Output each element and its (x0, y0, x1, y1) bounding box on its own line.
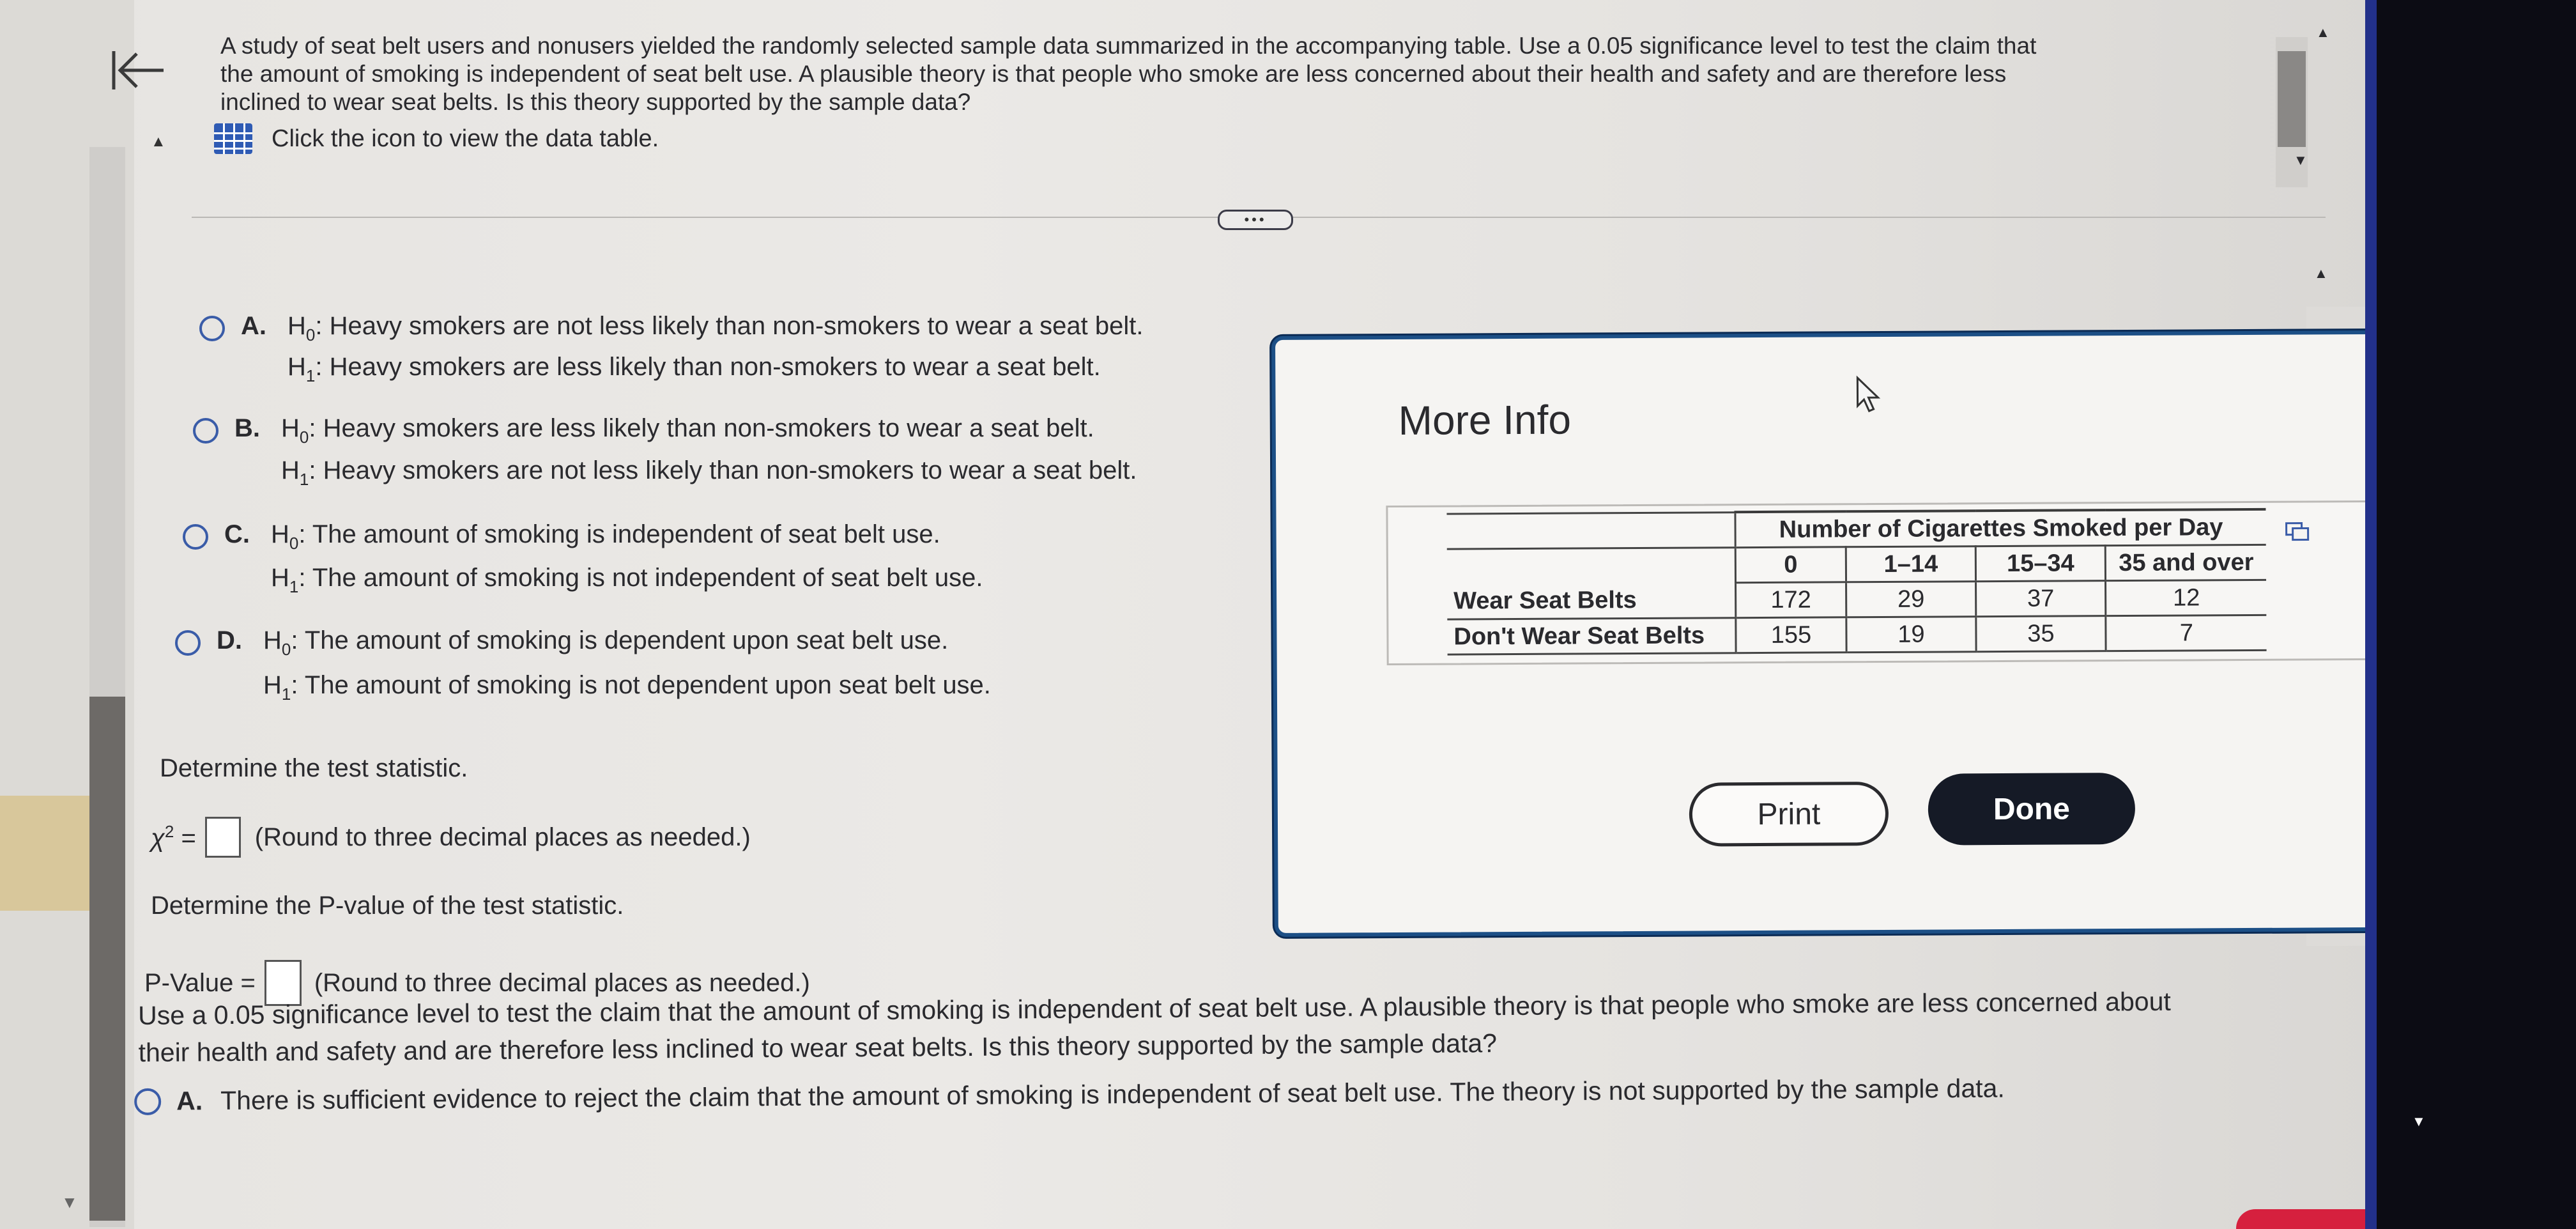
right-scrollbar-thumb[interactable] (2278, 51, 2306, 147)
table-column-header: 15–34 (1975, 545, 2106, 582)
alternative-hypothesis: H1: Heavy smokers are not less likely th… (281, 456, 1137, 489)
option-letter: C. (224, 520, 250, 548)
screen-bezel (2377, 0, 2576, 1229)
table-grid-icon[interactable] (214, 123, 252, 154)
chi-square-input[interactable] (204, 817, 241, 858)
screen: ▲ ▼ A study of seat belt users and nonus… (0, 0, 2372, 1229)
expand-more-button[interactable]: ••• (1218, 210, 1293, 230)
data-table-container: Number of Cigarettes Smoked per Day 0 1–… (1386, 500, 2372, 666)
view-data-table-label[interactable]: Click the icon to view the data table. (272, 125, 659, 153)
null-hypothesis: H0: Heavy smokers are less likely than n… (281, 414, 1094, 447)
table-cell: 12 (2105, 580, 2267, 616)
mouse-cursor-icon (1856, 375, 1881, 413)
question-text: A study of seat belt users and nonusers … (220, 32, 2036, 116)
option-letter: A. (241, 312, 266, 340)
table-row: Wear Seat Belts 172 29 37 12 (1447, 580, 2267, 620)
conclusion-option-a[interactable]: A. There is sufficient evidence to rejec… (134, 1074, 2005, 1117)
option-letter: A. (176, 1086, 203, 1116)
table-column-header: 0 (1735, 546, 1846, 583)
table-corner-cell (1447, 548, 1736, 584)
left-accent-block (0, 796, 89, 911)
table-row-label: Don't Wear Seat Belts (1447, 617, 1736, 655)
table-cell: 19 (1846, 616, 1977, 653)
table-cell: 155 (1735, 617, 1847, 653)
scroll-down-arrow-icon[interactable]: ▼ (61, 1193, 78, 1212)
scroll-down-arrow-icon[interactable]: ▼ (2412, 1113, 2426, 1130)
table-cell: 37 (1975, 580, 2106, 617)
table-cell: 29 (1846, 581, 1976, 617)
table-row-label: Wear Seat Belts (1447, 582, 1736, 620)
option-letter: D. (217, 626, 242, 654)
view-data-table-link[interactable]: Click the icon to view the data table. (214, 123, 659, 154)
radio-button[interactable] (199, 316, 225, 341)
null-hypothesis: H0: The amount of smoking is independent… (271, 520, 940, 553)
radio-button[interactable] (175, 630, 201, 656)
question-line: the amount of smoking is independent of … (220, 61, 2007, 87)
table-group-header: Number of Cigarettes Smoked per Day (1735, 509, 2266, 548)
alternative-hypothesis: H1: The amount of smoking is not depende… (263, 671, 991, 704)
red-button-edge[interactable] (2236, 1209, 2372, 1229)
alternative-hypothesis: H1: Heavy smokers are less likely than n… (288, 353, 1101, 385)
scroll-up-arrow-icon[interactable]: ▲ (151, 133, 166, 151)
more-info-dialog: More Info Number of Cigarettes Smoked pe… (1271, 330, 2372, 937)
done-button[interactable]: Done (1928, 772, 2136, 846)
question-line: A study of seat belt users and nonusers … (220, 33, 2037, 59)
option-text: There is sufficient evidence to reject t… (220, 1073, 2005, 1116)
collapse-left-icon[interactable] (109, 45, 166, 96)
alternative-hypothesis: H1: The amount of smoking is not indepen… (271, 564, 983, 596)
test-statistic-heading: Determine the test statistic. (160, 754, 468, 782)
scroll-up-arrow-icon[interactable]: ▲ (2314, 265, 2328, 282)
table-cell: 172 (1735, 582, 1846, 618)
copy-icon[interactable] (2285, 521, 2310, 541)
option-letter: B. (234, 414, 260, 442)
scroll-up-arrow-icon[interactable]: ▲ (2316, 24, 2330, 41)
table-column-header: 1–14 (1846, 546, 1976, 582)
p-value-label: P-Value = (144, 968, 256, 997)
table-corner-cell (1446, 512, 1736, 550)
table-cell: 35 (1975, 615, 2106, 652)
scroll-down-arrow-icon[interactable]: ▼ (2294, 152, 2308, 169)
data-table: Number of Cigarettes Smoked per Day 0 1–… (1446, 508, 2267, 656)
radio-button[interactable] (134, 1088, 162, 1115)
null-hypothesis: H0: The amount of smoking is dependent u… (263, 626, 949, 659)
p-value-heading: Determine the P-value of the test statis… (151, 892, 624, 920)
chi-square-hint: (Round to three decimal places as needed… (254, 823, 751, 851)
null-hypothesis: H0: Heavy smokers are not less likely th… (288, 312, 1144, 344)
radio-button[interactable] (183, 524, 208, 550)
table-column-header: 35 and over (2105, 545, 2267, 581)
conclusion-question: Use a 0.05 significance level to test th… (138, 983, 2171, 1071)
dialog-title: More Info (1398, 396, 1572, 444)
left-scrollbar-thumb[interactable] (89, 697, 125, 1221)
print-button[interactable]: Print (1689, 781, 1889, 847)
table-cell: 7 (2105, 615, 2267, 651)
table-row: Don't Wear Seat Belts 155 19 35 7 (1447, 615, 2267, 655)
question-line: inclined to wear seat belts. Is this the… (220, 89, 971, 115)
chi-symbol: χ2 = (151, 821, 196, 853)
chi-square-row: χ2 = (Round to three decimal places as n… (151, 817, 751, 858)
radio-button[interactable] (193, 418, 218, 444)
